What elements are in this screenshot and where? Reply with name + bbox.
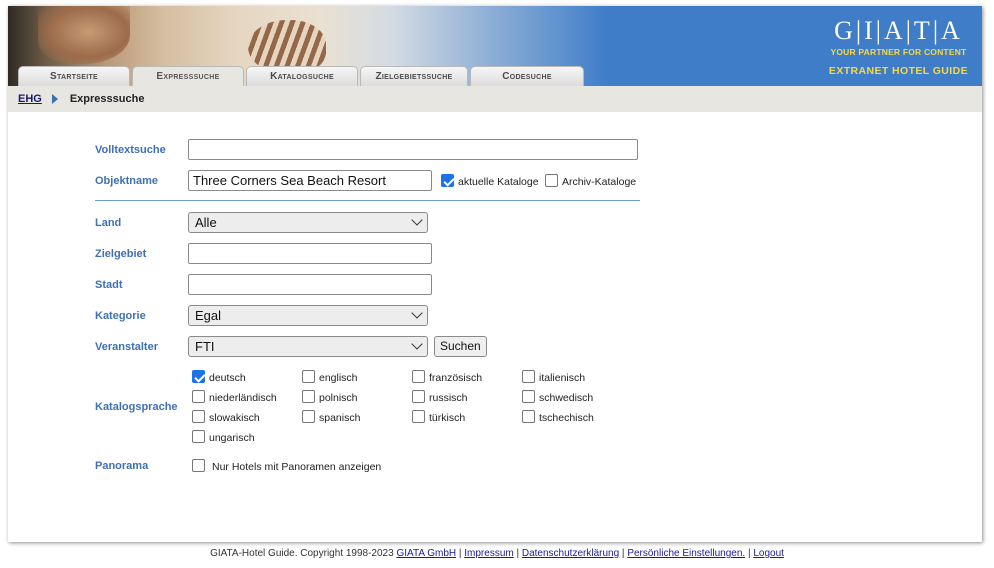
lang-polnisch-checkbox[interactable]: [302, 390, 315, 403]
panorama-option-label: Nur Hotels mit Panoramen anzeigen: [212, 461, 382, 473]
aktuelle-kataloge-checkbox[interactable]: [441, 174, 454, 187]
lang-spanisch-label: spanisch: [319, 412, 361, 424]
lang-franzoesisch-label: französisch: [429, 372, 483, 384]
lang-tschechisch-label: tschechisch: [539, 412, 594, 424]
lang-spanisch-checkbox[interactable]: [302, 410, 315, 423]
breadcrumb: EHG Expresssuche: [8, 86, 982, 112]
land-select-value: Alle: [195, 215, 217, 230]
katalogsprache-label: Katalogsprache: [95, 401, 178, 413]
kategorie-select[interactable]: Egal: [188, 305, 428, 326]
footer-link-logout[interactable]: Logout: [753, 548, 784, 559]
volltextsuche-input[interactable]: [188, 139, 638, 160]
logo-tagline: YOUR PARTNER FOR CONTENT: [830, 47, 967, 57]
lang-schwedisch-label: schwedisch: [539, 392, 594, 404]
banner-face-image: [38, 6, 130, 64]
footer: GIATA-Hotel Guide. Copyright 1998-2023 G…: [210, 548, 784, 559]
footer-link-datenschutz[interactable]: Datenschutzerklärung: [522, 548, 619, 559]
giata-logo[interactable]: G|I|A|T|A YOUR PARTNER FOR CONTENT EXTRA…: [828, 16, 968, 78]
zielgebiet-label: Zielgebiet: [95, 248, 147, 260]
chevron-down-icon: [411, 338, 423, 350]
stadt-input[interactable]: [188, 274, 432, 295]
zielgebiet-input[interactable]: [188, 243, 432, 264]
footer-link-einstellungen[interactable]: Persönliche Einstellungen.: [627, 548, 745, 559]
veranstalter-select-value: FTI: [195, 339, 215, 354]
chevron-down-icon: [411, 307, 423, 319]
volltextsuche-label: Volltextsuche: [95, 144, 166, 156]
footer-link-impressum[interactable]: Impressum: [464, 548, 513, 559]
lang-polnisch-label: polnisch: [319, 392, 358, 404]
lang-englisch-checkbox[interactable]: [302, 370, 315, 383]
logo-product-name: EXTRANET HOTEL GUIDE: [828, 65, 968, 77]
lang-tschechisch-checkbox[interactable]: [522, 410, 535, 423]
panorama-checkbox[interactable]: [192, 459, 205, 472]
objektname-label: Objektname: [95, 175, 158, 187]
lang-russisch-checkbox[interactable]: [412, 390, 425, 403]
lang-franzoesisch-checkbox[interactable]: [412, 370, 425, 383]
header: G|I|A|T|A YOUR PARTNER FOR CONTENT EXTRA…: [8, 6, 982, 86]
lang-ungarisch-label: ungarisch: [209, 432, 255, 444]
footer-link-giata[interactable]: GIATA GmbH: [396, 548, 456, 559]
lang-schwedisch-checkbox[interactable]: [522, 390, 535, 403]
suchen-button[interactable]: Suchen: [434, 336, 487, 357]
kategorie-select-value: Egal: [195, 308, 222, 323]
veranstalter-select[interactable]: FTI: [188, 336, 428, 357]
tab-expresssuche[interactable]: Expresssuche: [132, 66, 244, 86]
lang-ungarisch-checkbox[interactable]: [192, 430, 205, 443]
chevron-down-icon: [411, 214, 423, 226]
land-select[interactable]: Alle: [188, 212, 428, 233]
page-frame: G|I|A|T|A YOUR PARTNER FOR CONTENT EXTRA…: [8, 6, 982, 542]
tab-codesuche[interactable]: Codesuche: [470, 66, 584, 86]
lang-tuerkisch-label: türkisch: [429, 412, 466, 424]
logo-letters: G|I|A|T|A: [834, 16, 963, 45]
aktuelle-kataloge-label: aktuelle Kataloge: [458, 176, 539, 188]
veranstalter-label: Veranstalter: [95, 341, 158, 353]
tab-startseite[interactable]: Startseite: [18, 66, 130, 86]
archiv-kataloge-checkbox[interactable]: [545, 174, 558, 187]
objektname-input[interactable]: Three Corners Sea Beach Resort: [188, 170, 432, 191]
form-divider: [95, 200, 640, 201]
lang-slowakisch-checkbox[interactable]: [192, 410, 205, 423]
footer-copyright: GIATA-Hotel Guide. Copyright 1998-2023: [210, 548, 394, 559]
lang-tuerkisch-checkbox[interactable]: [412, 410, 425, 423]
lang-deutsch-label: deutsch: [209, 372, 246, 384]
land-label: Land: [95, 217, 122, 229]
lang-deutsch-checkbox[interactable]: [192, 370, 205, 383]
lang-slowakisch-label: slowakisch: [209, 412, 260, 424]
tab-zielgebietssuche[interactable]: Zielgebietssuche: [360, 66, 468, 86]
stadt-label: Stadt: [95, 279, 123, 291]
archiv-kataloge-label: Archiv-Kataloge: [562, 176, 637, 188]
kategorie-label: Kategorie: [95, 310, 146, 322]
lang-italienisch-label: italienisch: [539, 372, 586, 384]
lang-niederlaendisch-label: niederländisch: [209, 392, 277, 404]
lang-italienisch-checkbox[interactable]: [522, 370, 535, 383]
lang-englisch-label: englisch: [319, 372, 358, 384]
main-tabs: Startseite Expresssuche Katalogsuche Zie…: [18, 66, 584, 86]
lang-niederlaendisch-checkbox[interactable]: [192, 390, 205, 403]
lang-russisch-label: russisch: [429, 392, 468, 404]
breadcrumb-arrow-icon: [51, 94, 58, 104]
breadcrumb-root-link[interactable]: EHG: [18, 93, 42, 105]
tab-katalogsuche[interactable]: Katalogsuche: [246, 66, 358, 86]
breadcrumb-current: Expresssuche: [69, 93, 145, 105]
panorama-label: Panorama: [95, 460, 149, 472]
